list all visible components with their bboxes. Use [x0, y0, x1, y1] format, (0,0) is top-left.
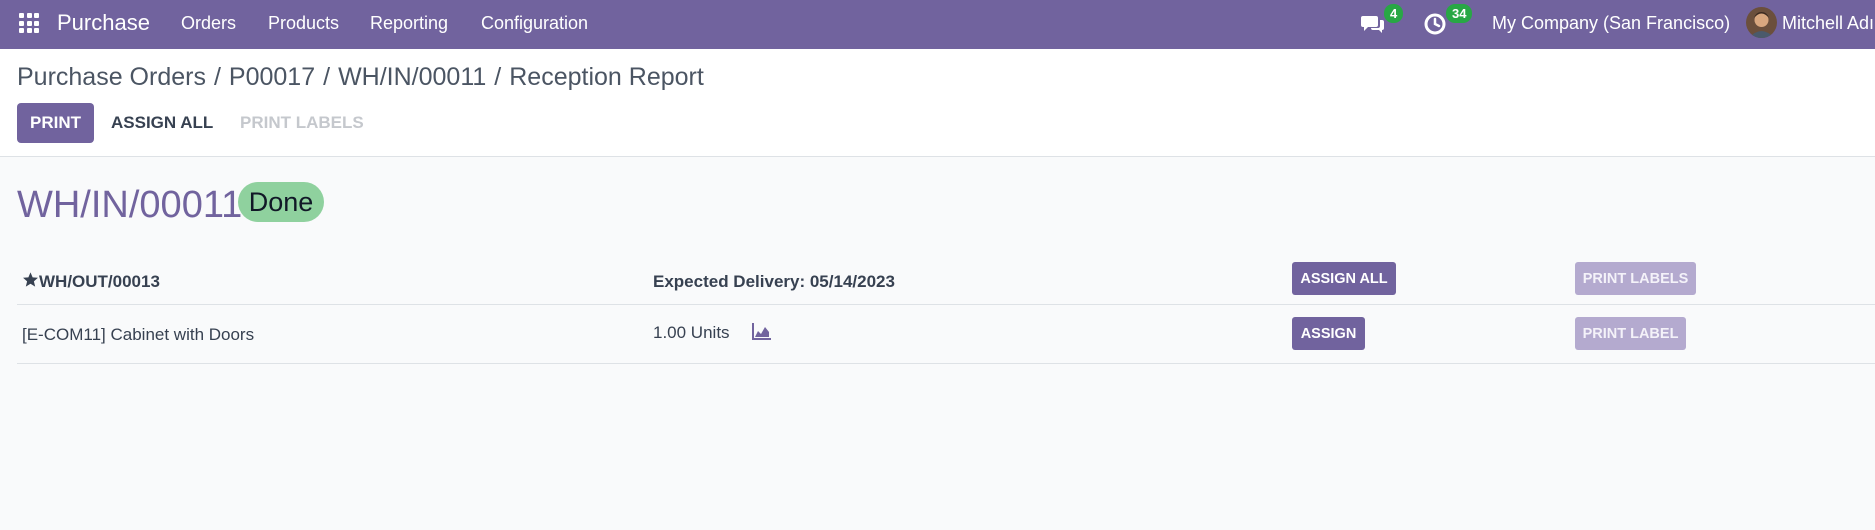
control-panel: Purchase Orders / P00017/WH/IN/00011/Recep…: [0, 49, 1875, 157]
breadcrumb-current: Reception Report: [509, 63, 704, 91]
breadcrumb: Purchase Orders / P00017/WH/IN/00011/Recep…: [17, 63, 704, 92]
menu-orders[interactable]: Orders: [181, 13, 236, 34]
breadcrumb-separator: /: [494, 63, 502, 91]
report-header-row: WH/OUT/00013 Expected Delivery: 05/14/20…: [17, 254, 1875, 305]
company-switcher[interactable]: My Company (San Francisco): [1492, 13, 1730, 34]
product-name: [E-COM11] Cabinet with Doors: [22, 325, 255, 344]
breadcrumb-purchase-orders[interactable]: Purchase Orders: [17, 63, 206, 91]
breadcrumb-po[interactable]: P00017: [229, 63, 315, 91]
row-assign-all-button[interactable]: ASSIGN ALL: [1292, 262, 1396, 295]
print-label-button[interactable]: PRINT LABEL: [1575, 317, 1686, 350]
report-line-row: [E-COM11] Cabinet with Doors 1.00 Units …: [17, 305, 1875, 364]
app-name[interactable]: Purchase: [57, 10, 150, 36]
star-icon: [22, 271, 39, 293]
messages-icon[interactable]: [1360, 11, 1386, 37]
outgoing-picking-link[interactable]: WH/OUT/00013: [39, 272, 160, 292]
app-menu-icon[interactable]: [19, 13, 39, 33]
user-menu[interactable]: Mitchell Adı: [1782, 13, 1874, 34]
user-avatar[interactable]: [1746, 7, 1777, 38]
top-navbar: Purchase Orders Products Reporting Confi…: [0, 0, 1875, 49]
breadcrumb-separator: /: [213, 63, 221, 91]
print-labels-button[interactable]: PRINT LABELS: [240, 113, 364, 133]
assign-all-button[interactable]: ASSIGN ALL: [111, 113, 213, 133]
menu-products[interactable]: Products: [268, 13, 339, 34]
line-quantity: 1.00 Units: [653, 323, 730, 342]
menu-reporting[interactable]: Reporting: [370, 13, 448, 34]
activities-clock-icon[interactable]: [1422, 11, 1448, 37]
messages-count-badge: 4: [1384, 4, 1404, 23]
breadcrumb-receipt[interactable]: WH/IN/00011: [338, 63, 486, 91]
breadcrumb-separator: /: [323, 63, 331, 91]
expected-delivery: Expected Delivery: 05/14/2023: [653, 272, 895, 291]
menu-configuration[interactable]: Configuration: [481, 13, 588, 34]
assign-button[interactable]: ASSIGN: [1292, 317, 1365, 350]
status-badge: Done: [238, 182, 324, 222]
forecast-chart-icon[interactable]: [752, 322, 772, 345]
row-print-labels-button[interactable]: PRINT LABELS: [1575, 262, 1696, 295]
print-button[interactable]: PRINT: [17, 103, 94, 143]
record-title: WH/IN/00011: [17, 184, 243, 226]
activities-count-badge: 34: [1446, 4, 1473, 23]
